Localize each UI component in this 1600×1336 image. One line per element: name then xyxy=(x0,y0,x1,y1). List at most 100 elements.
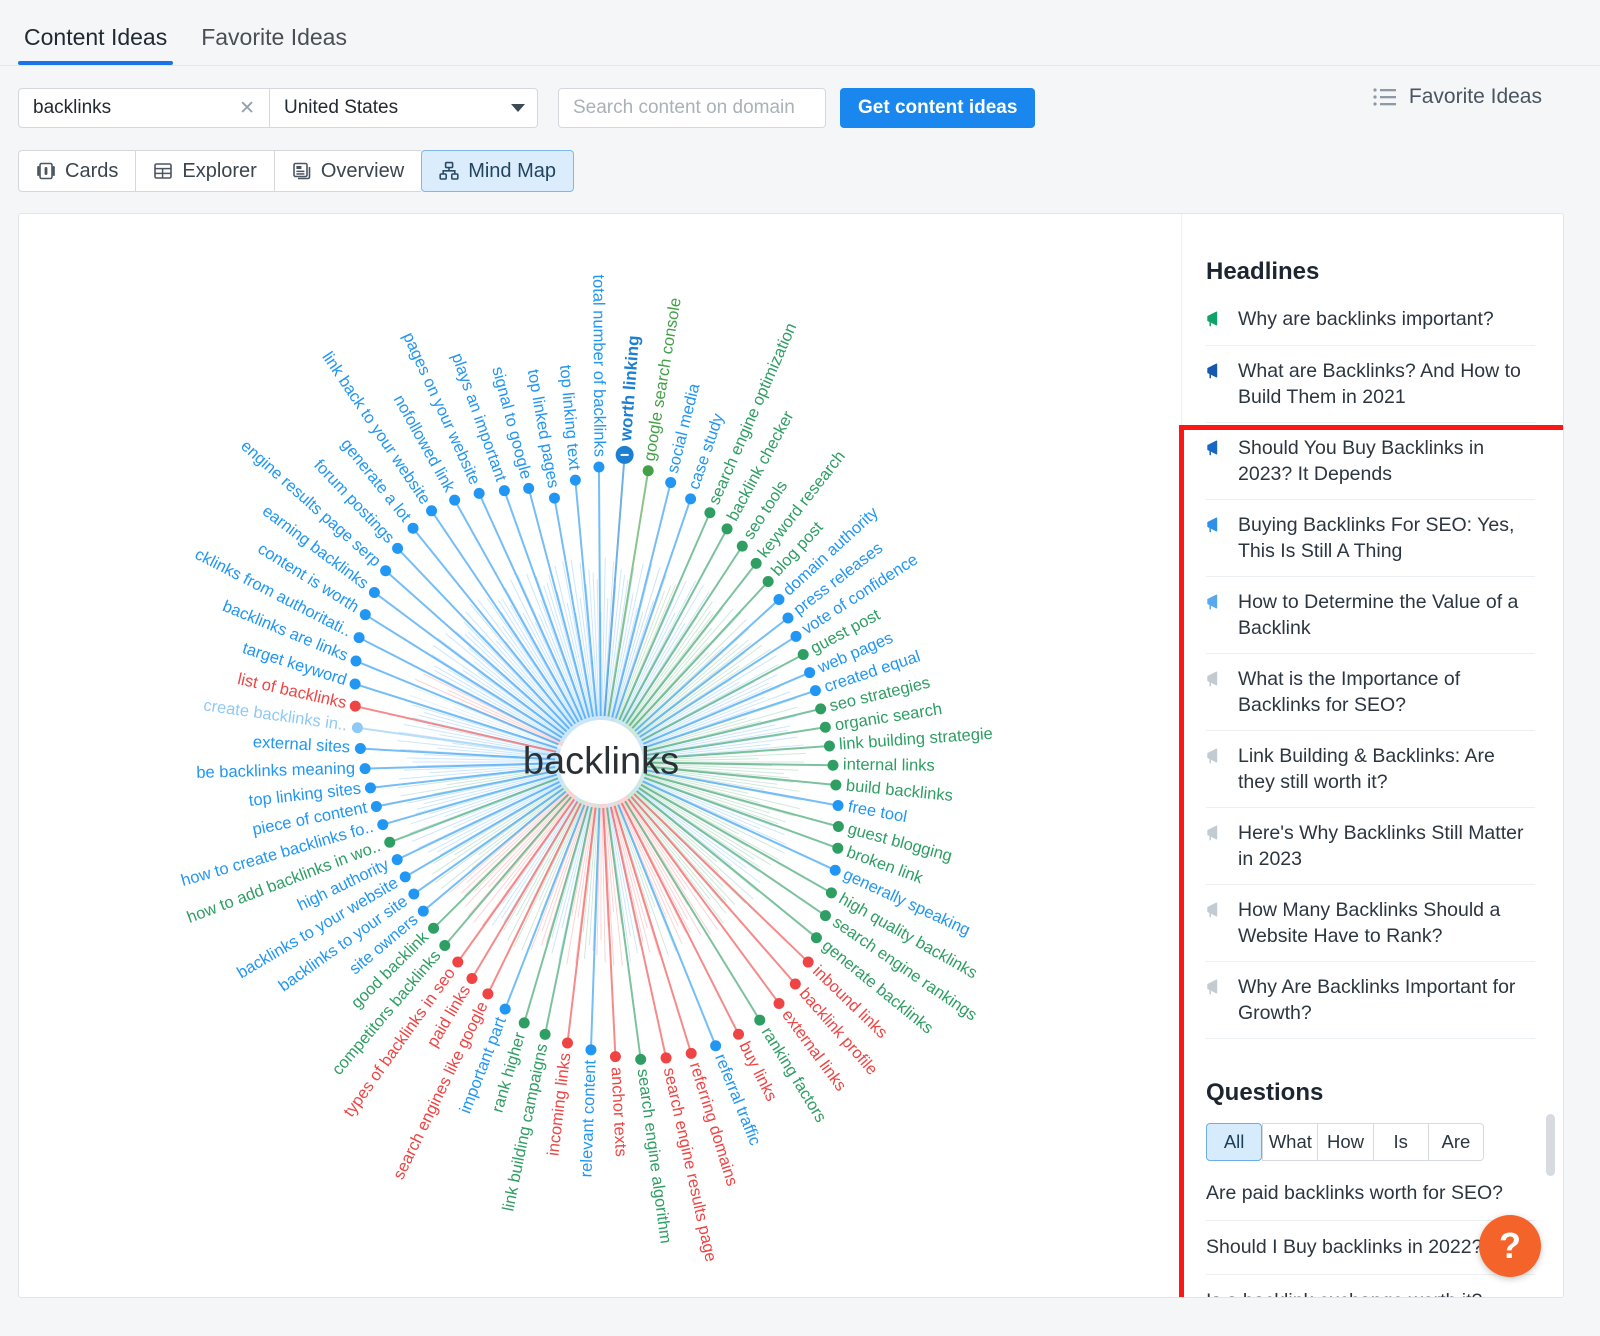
mindmap-node-dot[interactable] xyxy=(391,854,403,866)
mindmap-node-label[interactable]: relevant content xyxy=(577,1059,600,1177)
view-button-mind-map[interactable]: Mind Map xyxy=(421,150,575,192)
ideas-sidebar[interactable]: Headlines Why are backlinks important? Wh… xyxy=(1181,214,1563,1297)
tab-favorite-ideas[interactable]: Favorite Ideas xyxy=(195,24,353,65)
mindmap-node-dot[interactable] xyxy=(635,1053,647,1065)
headline-item[interactable]: Why are backlinks important? xyxy=(1206,300,1535,346)
mindmap-node-dot[interactable] xyxy=(370,800,382,812)
mindmap-node-dot[interactable] xyxy=(830,779,842,791)
mindmap-node-dot[interactable] xyxy=(819,910,831,922)
mindmap-node-dot[interactable] xyxy=(660,1052,672,1064)
mindmap-node-dot[interactable] xyxy=(782,612,794,624)
mindmap-node-dot[interactable] xyxy=(368,586,380,598)
mindmap-node-dot[interactable] xyxy=(439,940,451,952)
mindmap-node-dot[interactable] xyxy=(685,1047,697,1059)
headline-item[interactable]: How Many Backlinks Should a Website Have… xyxy=(1206,885,1535,962)
mindmap-node-dot[interactable] xyxy=(585,1044,597,1056)
question-tab-how[interactable]: How xyxy=(1317,1123,1373,1161)
mindmap-node-dot[interactable] xyxy=(593,461,605,473)
mindmap-node-dot[interactable] xyxy=(569,474,581,486)
mindmap-node-dot[interactable] xyxy=(827,759,839,771)
tab-content-ideas[interactable]: Content Ideas xyxy=(18,24,174,65)
mindmap-node-dot[interactable] xyxy=(539,1028,551,1040)
mindmap-node-dot[interactable] xyxy=(804,667,816,679)
mindmap-node-dot[interactable] xyxy=(384,836,396,848)
mindmap-node-dot[interactable] xyxy=(754,1014,766,1026)
mindmap-node-dot[interactable] xyxy=(789,978,801,990)
mindmap-node-dot[interactable] xyxy=(809,685,821,697)
mindmap-node-dot[interactable] xyxy=(762,576,774,588)
question-tab-all[interactable]: All xyxy=(1206,1123,1263,1161)
mindmap-node-dot[interactable] xyxy=(790,630,802,642)
mindmap-node-dot[interactable] xyxy=(466,972,478,984)
mindmap-node-dot[interactable] xyxy=(832,800,844,812)
mindmap-node-dot[interactable] xyxy=(829,864,841,876)
domain-search-input[interactable]: Search content on domain xyxy=(558,88,826,128)
headline-item[interactable]: What are Backlinks? And How to Build The… xyxy=(1206,346,1535,423)
mindmap-node-dot[interactable] xyxy=(773,997,785,1009)
headline-item[interactable]: What is the Importance of Backlinks for … xyxy=(1206,654,1535,731)
question-item[interactable]: Are paid backlinks worth for SEO? xyxy=(1206,1167,1535,1221)
view-button-explorer[interactable]: Explorer xyxy=(135,150,274,192)
mindmap-node-dot[interactable] xyxy=(351,722,363,734)
mindmap-node-dot[interactable] xyxy=(380,565,392,577)
mindmap-node-dot[interactable] xyxy=(377,819,389,831)
mindmap-node-dot[interactable] xyxy=(452,956,464,968)
mindmap-node-dot[interactable] xyxy=(498,485,510,497)
question-tab-are[interactable]: Are xyxy=(1427,1123,1485,1161)
view-button-overview[interactable]: Overview xyxy=(273,150,422,192)
mindmap-node-dot[interactable] xyxy=(354,743,366,755)
mindmap-node-dot[interactable] xyxy=(364,782,376,794)
mindmap-node-dot[interactable] xyxy=(392,542,404,554)
headline-item[interactable]: Here's Why Backlinks Still Matter in 202… xyxy=(1206,808,1535,885)
headline-item[interactable]: Buying Backlinks For SEO: Yes, This Is S… xyxy=(1206,500,1535,577)
mindmap-node-dot[interactable] xyxy=(407,522,419,534)
headline-item[interactable]: Why Are Backlinks Important for Growth? xyxy=(1206,962,1535,1039)
radial-mindmap[interactable]: top linked pages top linking text total nu… xyxy=(19,214,1179,1297)
mindmap-node-dot[interactable] xyxy=(349,678,361,690)
question-tab-what[interactable]: What xyxy=(1262,1123,1318,1161)
mindmap-node-dot[interactable] xyxy=(802,956,814,968)
mindmap-node-dot[interactable] xyxy=(561,1037,573,1049)
mindmap-node-dot[interactable] xyxy=(449,494,461,506)
headline-item[interactable]: Should You Buy Backlinks in 2023? It Dep… xyxy=(1206,423,1535,500)
mindmap-node-dot[interactable] xyxy=(426,505,438,517)
mindmap-node-dot[interactable] xyxy=(685,493,697,505)
mindmap-node-dot[interactable] xyxy=(359,609,371,621)
mindmap-node-dot[interactable] xyxy=(665,477,677,489)
mindmap-node-dot[interactable] xyxy=(733,1028,745,1040)
mindmap-node-dot[interactable] xyxy=(815,703,827,715)
view-button-cards[interactable]: Cards xyxy=(18,150,136,192)
mindmap-node-dot[interactable] xyxy=(825,887,837,899)
mindmap-node-dot[interactable] xyxy=(710,1040,722,1052)
mindmap-node-dot[interactable] xyxy=(408,888,420,900)
help-button[interactable]: ? xyxy=(1479,1215,1541,1277)
mindmap-node-dot[interactable] xyxy=(832,820,844,832)
mindmap-node-dot[interactable] xyxy=(353,632,365,644)
mindmap-node-dot[interactable] xyxy=(482,988,494,1000)
mindmap-node-dot[interactable] xyxy=(350,655,362,667)
mindmap-node-dot[interactable] xyxy=(810,932,822,944)
mindmap-node-dot[interactable] xyxy=(819,721,831,733)
mindmap-node-dot[interactable] xyxy=(523,482,535,494)
mindmap-node-dot[interactable] xyxy=(417,905,429,917)
keyword-input[interactable]: backlinks ✕ xyxy=(18,88,270,128)
mindmap-node-dot[interactable] xyxy=(399,871,411,883)
mindmap-node-dot[interactable] xyxy=(750,557,762,569)
mindmap-node-dot[interactable] xyxy=(773,593,785,605)
mindmap-node-dot[interactable] xyxy=(823,740,835,752)
sidebar-scrollbar[interactable] xyxy=(1546,1114,1555,1176)
mindmap-node-dot[interactable] xyxy=(349,700,361,712)
mindmap-node-label[interactable]: internal links xyxy=(843,756,935,776)
mindmap-node-dot[interactable] xyxy=(518,1017,530,1029)
mindmap-node-dot[interactable] xyxy=(428,922,440,934)
mindmap-node-dot[interactable] xyxy=(642,465,654,477)
mindmap-node-dot[interactable] xyxy=(473,487,485,499)
mindmap-node-dot[interactable] xyxy=(736,540,748,552)
mindmap-node-dot[interactable] xyxy=(797,648,809,660)
mindmap-node-dot[interactable] xyxy=(721,523,733,535)
favorite-ideas-button[interactable]: Favorite Ideas xyxy=(1373,85,1542,109)
mindmap-node-dot[interactable] xyxy=(548,492,560,504)
mindmap-node-dot[interactable] xyxy=(359,763,371,775)
mindmap-node-dot[interactable] xyxy=(609,1051,621,1063)
get-content-ideas-button[interactable]: Get content ideas xyxy=(840,88,1036,128)
